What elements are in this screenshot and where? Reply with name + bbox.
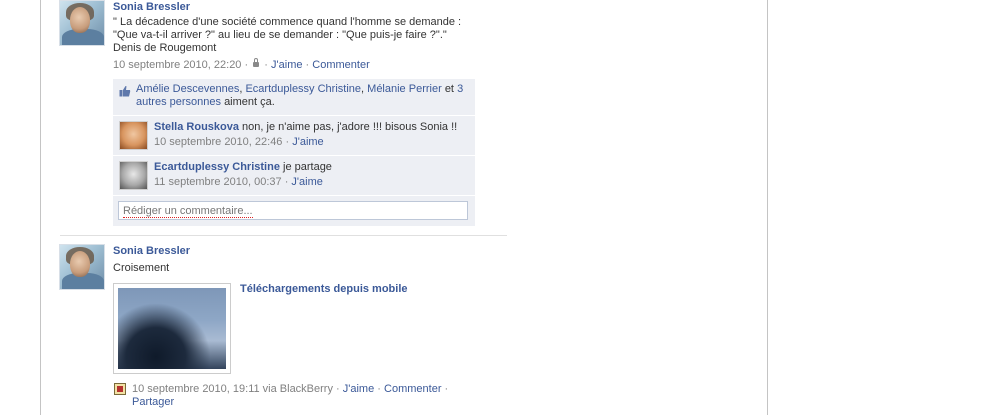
like-thumb-icon: [119, 86, 131, 97]
page-border-left: [40, 0, 41, 415]
comment-body: Stella Rouskova non, je n'aime pas, j'ad…: [154, 121, 457, 133]
comment-body: Ecartduplessy Christine je partage: [154, 161, 332, 173]
comment-text: je partage: [283, 161, 332, 173]
post-message-line: Denis de Rougemont: [113, 42, 217, 54]
comment-item: Stella Rouskova non, je n'aime pas, j'ad…: [113, 116, 475, 155]
comment-input[interactable]: Rédiger un commentaire...: [118, 201, 468, 220]
commenter-avatar[interactable]: [119, 161, 148, 190]
post-message: Croisement: [113, 262, 170, 274]
comment-meta: 11 septembre 2010, 00:37 · J'aime: [154, 176, 323, 188]
album-title-link[interactable]: Téléchargements depuis mobile: [240, 283, 408, 295]
story-divider: [60, 235, 507, 236]
comment-like-link[interactable]: J'aime: [292, 136, 323, 148]
post-message-line: " La décadence d'une société commence qu…: [113, 16, 462, 28]
commenter-avatar[interactable]: [119, 121, 148, 150]
add-comment-row: Rédiger un commentaire...: [113, 196, 475, 226]
post-timestamp[interactable]: 10 septembre 2010, 19:11 via BlackBerry: [132, 383, 333, 395]
post-meta: 10 septembre 2010, 19:11 via BlackBerry …: [132, 383, 449, 408]
comment-link[interactable]: Commenter: [384, 383, 441, 395]
like-link[interactable]: J'aime: [343, 383, 374, 395]
sky-photo: [118, 288, 226, 369]
comment-item: Ecartduplessy Christine je partage 11 se…: [113, 156, 475, 195]
like-link[interactable]: J'aime: [271, 59, 302, 71]
likes-summary: Amélie Descevennes, Ecartduplessy Christ…: [113, 79, 475, 115]
post-timestamp[interactable]: 10 septembre 2010, 22:20: [113, 59, 241, 71]
commenter-name-link[interactable]: Stella Rouskova: [154, 121, 239, 133]
liker-link[interactable]: Mélanie Perrier: [367, 83, 442, 95]
post-message-line: "Que va-t-il arriver ?" au lieu de se de…: [113, 29, 447, 41]
post-meta: 10 septembre 2010, 22:20 · · J'aime · Co…: [113, 58, 370, 71]
author-avatar[interactable]: [59, 0, 105, 46]
comment-timestamp[interactable]: 11 septembre 2010, 00:37: [154, 176, 282, 188]
share-link[interactable]: Partager: [132, 396, 174, 408]
blackberry-icon: [114, 383, 126, 395]
post-message: " La décadence d'une société commence qu…: [113, 16, 461, 55]
commenter-name-link[interactable]: Ecartduplessy Christine: [154, 161, 280, 173]
likes-sentence: Amélie Descevennes, Ecartduplessy Christ…: [136, 83, 464, 108]
comment-meta: 10 septembre 2010, 22:46 · J'aime: [154, 136, 324, 148]
author-avatar[interactable]: [59, 244, 105, 290]
author-name-link[interactable]: Sonia Bressler: [113, 245, 190, 257]
comment-text: non, je n'aime pas, j'adore !!! bisous S…: [242, 121, 458, 133]
comment-timestamp[interactable]: 10 septembre 2010, 22:46: [154, 136, 282, 148]
author-name-link[interactable]: Sonia Bressler: [113, 1, 190, 13]
liker-link[interactable]: Ecartduplessy Christine: [245, 83, 361, 95]
liker-link[interactable]: Amélie Descevennes: [136, 83, 239, 95]
lock-icon: [253, 58, 260, 67]
page-border-right: [767, 0, 768, 415]
comment-like-link[interactable]: J'aime: [291, 176, 322, 188]
comment-link[interactable]: Commenter: [312, 59, 369, 71]
photo-attachment[interactable]: [113, 283, 231, 374]
